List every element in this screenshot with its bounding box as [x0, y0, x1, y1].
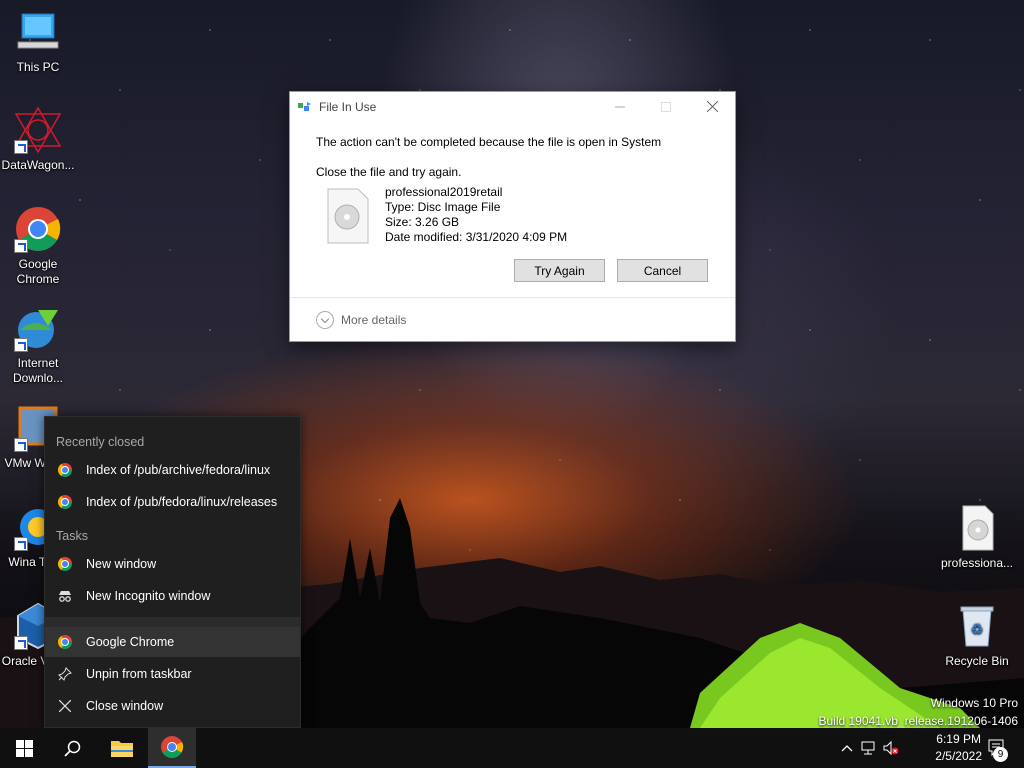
maximize-icon	[661, 101, 671, 112]
jumplist-item-label: New window	[86, 557, 157, 571]
desktop-icon-recycle-bin[interactable]: ♻ Recycle Bin	[937, 602, 1017, 669]
shortcut-arrow-icon	[14, 239, 28, 253]
close-icon	[57, 698, 73, 714]
jumplist-item-label: Index of /pub/archive/fedora/linux	[86, 463, 271, 477]
file-size: Size: 3.26 GB	[385, 215, 460, 229]
svg-text:♻: ♻	[971, 622, 984, 638]
recycle-bin-icon: ♻	[953, 602, 1001, 650]
taskbar-google-chrome[interactable]	[148, 728, 196, 768]
shortcut-arrow-icon	[14, 537, 28, 551]
desktop-icon-datawagon[interactable]: DataWagon...	[0, 106, 76, 173]
desktop-icon-label: professiona...	[940, 556, 1014, 570]
maximize-button[interactable]	[643, 92, 689, 121]
desktop-icon-disc-image[interactable]: professiona...	[937, 504, 1017, 571]
jumplist-item-label: Unpin from taskbar	[86, 667, 192, 681]
chrome-icon	[58, 557, 72, 571]
windows-watermark: Windows 10 Pro Build 19041.vb_release.19…	[819, 694, 1019, 730]
dialog-title: File In Use	[319, 100, 377, 114]
jumplist-recent-item[interactable]: Index of /pub/archive/fedora/linux	[45, 455, 300, 485]
unpin-icon	[57, 666, 73, 682]
network-icon	[861, 741, 875, 755]
desktop-icon-label: Recycle Bin	[945, 654, 1009, 668]
shortcut-arrow-icon	[14, 636, 28, 650]
chrome-icon	[58, 463, 72, 477]
jumplist-task-new-window[interactable]: New window	[45, 549, 300, 579]
search-icon	[63, 740, 80, 757]
shortcut-arrow-icon	[14, 338, 28, 352]
desktop-icon-label: Internet Downlo...	[12, 356, 64, 385]
volume-muted-icon	[883, 741, 899, 755]
shortcut-arrow-icon	[14, 140, 28, 154]
file-type: Type: Disc Image File	[385, 200, 501, 214]
desktop-icon-label: Google Chrome	[16, 257, 60, 286]
start-button[interactable]	[0, 728, 48, 768]
jumplist-close-window[interactable]: Close window	[45, 691, 300, 721]
chrome-icon	[14, 205, 62, 253]
file-move-icon	[298, 101, 312, 113]
incognito-icon	[57, 588, 73, 604]
disc-image-file-icon	[326, 187, 370, 245]
clock-date: 2/5/2022	[935, 749, 982, 763]
jumplist-item-label: Index of /pub/fedora/linux/releases	[86, 495, 278, 509]
chrome-icon	[58, 635, 72, 649]
tasks-header: Tasks	[56, 529, 88, 543]
taskbar-file-explorer[interactable]	[98, 728, 146, 768]
cancel-button[interactable]: Cancel	[617, 259, 708, 282]
jumplist-item-label: Google Chrome	[86, 635, 175, 649]
search-button[interactable]	[48, 728, 96, 768]
jumplist-task-new-incognito-window[interactable]: New Incognito window	[45, 581, 300, 611]
network-button[interactable]	[858, 741, 880, 755]
computer-icon	[14, 8, 62, 56]
chevron-down-icon	[316, 310, 334, 329]
watermark-edition: Windows 10 Pro	[930, 696, 1018, 710]
close-icon	[706, 101, 718, 112]
windows-logo-icon	[15, 739, 33, 757]
desktop-icon-label: This PC	[16, 60, 60, 74]
shortcut-arrow-icon	[14, 438, 28, 452]
more-details-label: More details	[341, 312, 407, 327]
jumplist-item-label: New Incognito window	[86, 589, 211, 603]
minimize-icon	[615, 106, 625, 107]
file-name: professional2019retail	[385, 185, 503, 199]
recently-closed-header: Recently closed	[56, 435, 145, 449]
dialog-message: The action can't be completed because th…	[316, 135, 662, 149]
file-date-modified: Date modified: 3/31/2020 4:09 PM	[385, 230, 568, 244]
jumplist-unpin-from-taskbar[interactable]: Unpin from taskbar	[45, 659, 300, 689]
desktop-icon-google-chrome[interactable]: Google Chrome	[0, 205, 76, 287]
jumplist-recent-item[interactable]: Index of /pub/fedora/linux/releases	[45, 487, 300, 517]
more-details-toggle[interactable]: More details	[290, 297, 735, 341]
chrome-icon	[58, 495, 72, 509]
action-center-button[interactable]: 9	[976, 728, 1018, 768]
chevron-up-icon	[841, 745, 853, 752]
system-tray	[836, 728, 902, 768]
jumplist-open-google-chrome[interactable]: Google Chrome	[45, 627, 300, 657]
close-button[interactable]	[689, 92, 735, 121]
file-in-use-dialog: File In Use The action can't be complete…	[289, 91, 736, 342]
clock-time: 6:19 PM	[936, 732, 981, 746]
chrome-jump-list: Recently closed Index of /pub/archive/fe…	[44, 416, 301, 728]
dialog-titlebar[interactable]: File In Use	[290, 92, 735, 122]
taskbar: 6:19 PM 2/5/2022 9	[0, 728, 1024, 768]
try-again-button[interactable]: Try Again	[514, 259, 605, 282]
desktop-icon-internet-download-manager[interactable]: Internet Downlo...	[0, 304, 76, 386]
notification-count-badge: 9	[993, 747, 1008, 762]
volume-button[interactable]	[880, 741, 902, 755]
dialog-body: The action can't be completed because th…	[290, 122, 735, 245]
jumplist-item-label: Close window	[86, 699, 164, 713]
chrome-icon	[161, 736, 184, 758]
folder-icon	[111, 741, 133, 757]
dialog-buttons: Try Again Cancel	[514, 259, 708, 282]
taskbar-clock[interactable]: 6:19 PM 2/5/2022	[935, 731, 982, 765]
disc-image-icon	[953, 504, 1001, 552]
minimize-button[interactable]	[597, 92, 643, 121]
file-info: professional2019retail Type: Disc Image …	[316, 185, 709, 245]
dialog-instruction: Close the file and try again.	[316, 165, 462, 179]
desktop-icon-this-pc[interactable]: This PC	[0, 8, 76, 75]
desktop-icon-label: DataWagon...	[1, 158, 75, 172]
show-hidden-icons-button[interactable]	[836, 744, 858, 752]
file-details: professional2019retail Type: Disc Image …	[385, 185, 567, 245]
idm-icon	[14, 304, 62, 352]
datawagon-icon	[14, 106, 62, 154]
